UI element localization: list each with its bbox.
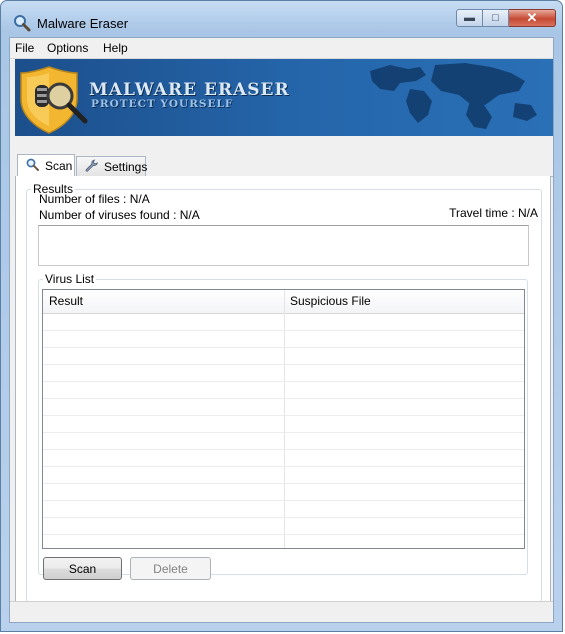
table-row — [43, 518, 524, 535]
virus-list-table[interactable]: Result Suspicious File — [42, 289, 525, 549]
column-header-result[interactable]: Result — [43, 290, 284, 313]
title-bar[interactable]: Malware Eraser ▬ □ ✕ — [1, 1, 562, 37]
table-row — [43, 467, 524, 484]
maximize-button[interactable]: □ — [483, 9, 509, 27]
table-row — [43, 331, 524, 348]
world-map-icon — [370, 63, 537, 129]
table-row — [43, 399, 524, 416]
tab-strip: Scan Settings — [15, 153, 553, 177]
app-window: Malware Eraser ▬ □ ✕ File Options Help M… — [0, 0, 563, 632]
status-bar — [10, 601, 553, 622]
table-row — [43, 314, 524, 331]
table-row — [43, 348, 524, 365]
tab-settings[interactable]: Settings — [76, 156, 148, 177]
banner-title: MALWARE ERASER — [89, 80, 290, 100]
table-row — [43, 484, 524, 501]
scan-button[interactable]: Scan — [43, 557, 122, 580]
close-button[interactable]: ✕ — [509, 9, 556, 27]
delete-button[interactable]: Delete — [130, 557, 211, 580]
tab-scan[interactable]: Scan — [17, 154, 75, 177]
client-area: File Options Help MALWARE ERASER PROTECT… — [9, 37, 554, 623]
magnifier-icon — [26, 158, 39, 174]
menu-help[interactable]: Help — [103, 41, 128, 55]
menu-bar: File Options Help — [10, 38, 553, 59]
results-textbox[interactable] — [38, 225, 529, 266]
travel-time-label: Travel time : N/A — [449, 206, 538, 220]
wrench-icon — [85, 159, 98, 175]
column-header-suspicious-file[interactable]: Suspicious File — [284, 290, 524, 313]
banner-subtitle: PROTECT YOURSELF — [91, 98, 234, 110]
banner: MALWARE ERASER PROTECT YOURSELF — [15, 59, 553, 136]
magnifier-app-icon — [14, 15, 31, 32]
shield-logo-icon — [20, 66, 88, 134]
minimize-button[interactable]: ▬ — [456, 9, 483, 27]
tab-settings-label: Settings — [104, 160, 148, 174]
table-row — [43, 382, 524, 399]
menu-options[interactable]: Options — [47, 41, 88, 55]
virus-list-legend: Virus List — [45, 272, 95, 286]
table-row — [43, 450, 524, 467]
table-row — [43, 416, 524, 433]
tab-scan-label: Scan — [45, 158, 73, 173]
window-title: Malware Eraser — [37, 16, 129, 31]
table-row — [43, 433, 524, 450]
files-count-label: Number of files : N/A — [39, 192, 150, 206]
viruses-found-label: Number of viruses found : N/A — [39, 208, 200, 222]
menu-file[interactable]: File — [15, 41, 34, 55]
table-row — [43, 501, 524, 518]
scan-tab-panel: Results Number of files : N/A Number of … — [15, 176, 551, 611]
table-row — [43, 365, 524, 382]
